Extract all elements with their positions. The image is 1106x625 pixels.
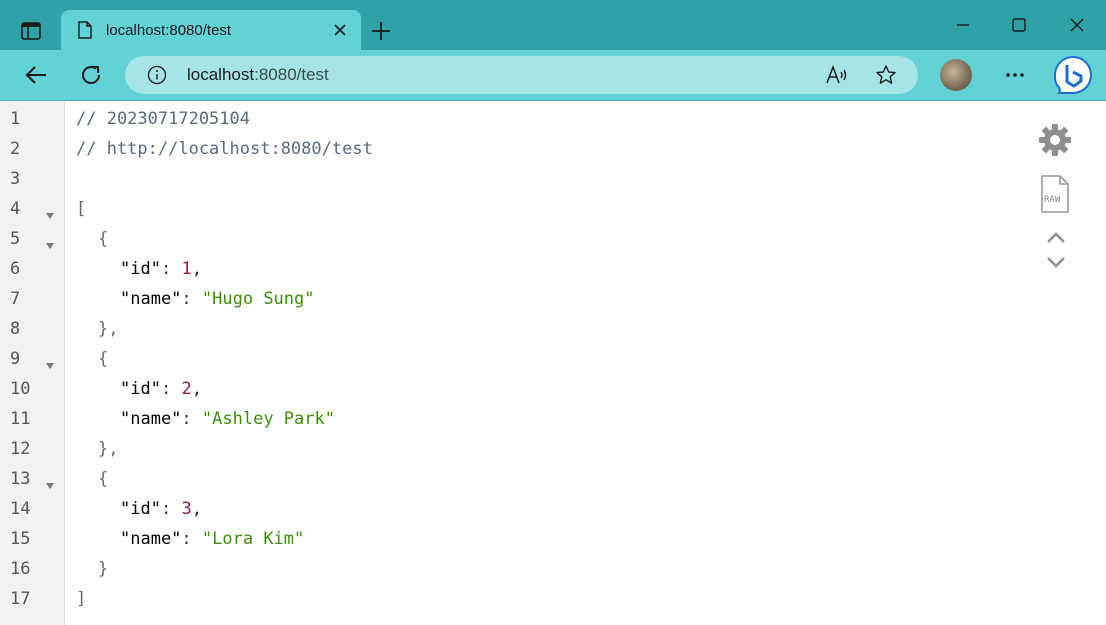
line-number: 8 — [10, 319, 21, 339]
json-number: 2 — [181, 379, 192, 399]
array-close: ] — [76, 589, 87, 609]
fold-toggle-icon[interactable] — [46, 236, 56, 249]
gear-icon[interactable] — [1036, 121, 1074, 159]
json-string: "Ashley Park" — [201, 409, 335, 429]
object-close: }, — [98, 319, 119, 339]
json-comma: , — [191, 379, 202, 399]
line-number: 1 — [10, 109, 21, 129]
line-number: 3 — [10, 169, 21, 189]
json-colon: : — [181, 289, 202, 309]
json-entry-name: "name": "Ashley Park" — [120, 409, 335, 429]
more-dots-icon[interactable] — [1000, 60, 1030, 90]
line-number: 10 — [10, 379, 31, 399]
comment-timestamp: // 20230717205104 — [76, 109, 250, 129]
json-key: "id" — [120, 379, 161, 399]
tab-active[interactable]: localhost:8080/test — [61, 10, 361, 50]
line-number: 12 — [10, 439, 31, 459]
json-colon: : — [160, 379, 182, 399]
fold-toggle-icon[interactable] — [46, 206, 56, 219]
tab-title: localhost:8080/test — [106, 22, 232, 39]
json-key: "id" — [120, 259, 161, 279]
object-close: }, — [98, 439, 119, 459]
json-viewer: 1 2 3 4 5 6 7 8 9 10 11 12 13 14 15 16 1… — [0, 101, 1106, 625]
line-number: 4 — [10, 199, 21, 219]
line-number: 13 — [10, 469, 31, 489]
line-number: 9 — [10, 349, 21, 369]
json-number: 1 — [181, 259, 192, 279]
line-number: 2 — [10, 139, 21, 159]
json-comma: , — [191, 259, 202, 279]
profile-avatar[interactable] — [940, 59, 972, 91]
page-icon — [77, 21, 93, 39]
line-number: 7 — [10, 289, 21, 309]
json-entry-id: "id": 2, — [120, 379, 202, 399]
json-key: "name" — [120, 409, 182, 429]
back-arrow-icon[interactable] — [21, 60, 51, 90]
object-open: { — [98, 469, 109, 489]
fold-toggle-icon[interactable] — [46, 356, 56, 369]
minimize-icon[interactable] — [940, 10, 986, 40]
maximize-icon[interactable] — [996, 10, 1042, 40]
line-number: 6 — [10, 259, 21, 279]
array-open: [ — [76, 199, 87, 219]
line-number: 14 — [10, 499, 31, 519]
info-icon[interactable] — [147, 65, 167, 90]
bing-icon[interactable] — [1053, 55, 1093, 95]
refresh-icon[interactable] — [76, 60, 106, 90]
line-number: 5 — [10, 229, 21, 249]
raw-file-icon[interactable]: RAW — [1038, 173, 1072, 215]
window-close-icon[interactable] — [1054, 10, 1100, 40]
url-text[interactable]: localhost:8080/test — [187, 65, 329, 85]
object-open: { — [98, 229, 109, 249]
chevron-down-icon[interactable] — [1044, 253, 1068, 271]
address-bar[interactable]: localhost:8080/test — [125, 56, 918, 94]
plus-icon[interactable] — [368, 18, 394, 44]
json-number: 3 — [181, 499, 192, 519]
raw-label: RAW — [1044, 195, 1061, 205]
json-colon: : — [181, 529, 202, 549]
json-key: "name" — [120, 529, 182, 549]
line-number: 15 — [10, 529, 31, 549]
json-comma: , — [191, 499, 202, 519]
close-icon[interactable] — [331, 21, 349, 39]
json-colon: : — [160, 259, 182, 279]
title-bar: localhost:8080/test — [0, 0, 1106, 50]
json-entry-id: "id": 1, — [120, 259, 202, 279]
line-gutter: 1 2 3 4 5 6 7 8 9 10 11 12 13 14 15 16 1… — [0, 101, 65, 625]
comment-url: // http://localhost:8080/test — [76, 139, 373, 159]
object-open: { — [98, 349, 109, 369]
json-colon: : — [181, 409, 202, 429]
line-number: 11 — [10, 409, 31, 429]
toolbar: localhost:8080/test — [0, 50, 1106, 101]
json-entry-name: "name": "Lora Kim" — [120, 529, 304, 549]
json-entry-name: "name": "Hugo Sung" — [120, 289, 315, 309]
url-host: localhost — [187, 65, 255, 84]
tab-actions-icon[interactable] — [12, 14, 50, 48]
json-entry-id: "id": 3, — [120, 499, 202, 519]
object-close: } — [98, 559, 109, 579]
line-number: 16 — [10, 559, 31, 579]
json-string: "Hugo Sung" — [201, 289, 315, 309]
chevron-up-icon[interactable] — [1044, 229, 1068, 247]
favorite-star-icon[interactable] — [875, 64, 897, 91]
json-colon: : — [160, 499, 182, 519]
line-number: 17 — [10, 589, 31, 609]
json-string: "Lora Kim" — [201, 529, 305, 549]
read-aloud-icon[interactable] — [825, 64, 849, 91]
url-path: :8080/test — [254, 65, 329, 84]
json-key: "name" — [120, 289, 182, 309]
fold-toggle-icon[interactable] — [46, 476, 56, 489]
json-key: "id" — [120, 499, 161, 519]
